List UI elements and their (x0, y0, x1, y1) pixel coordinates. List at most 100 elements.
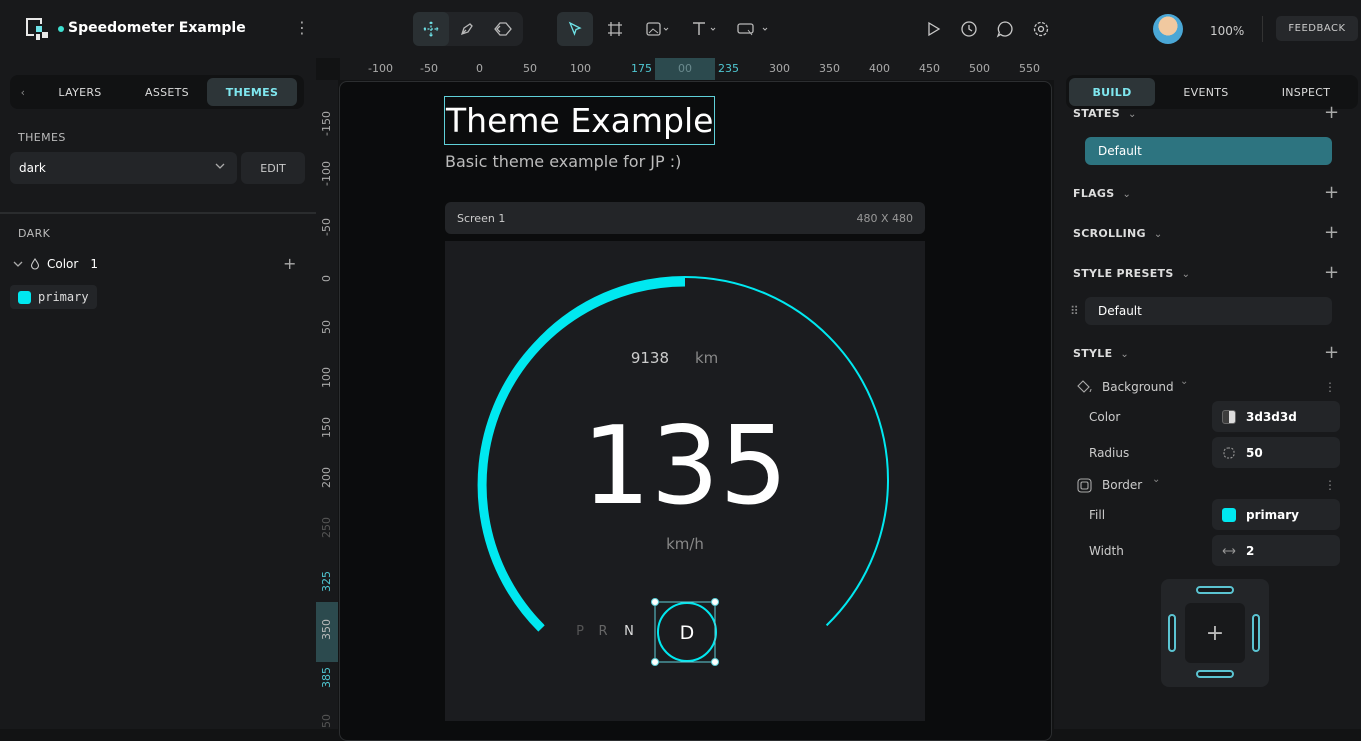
scrolling-section[interactable]: SCROLLING ⌄ (1073, 227, 1163, 240)
odometer-value: 9138 (631, 349, 669, 367)
radius-value: 50 (1246, 445, 1263, 460)
border-left-toggle[interactable] (1168, 614, 1176, 652)
add-preset-icon[interactable]: + (1324, 262, 1339, 283)
resize-handle[interactable] (711, 658, 719, 666)
screen-size: 480 X 480 (856, 211, 913, 225)
border-bottom-toggle[interactable] (1196, 670, 1234, 678)
border-right-toggle[interactable] (1252, 614, 1260, 652)
gear-d: D (680, 622, 695, 644)
comment-icon[interactable] (992, 12, 1018, 46)
tab-assets[interactable]: ASSETS (127, 78, 207, 106)
style-presets-label: STYLE PRESETS (1073, 267, 1174, 280)
text-tool-icon[interactable] (679, 12, 731, 46)
color-value: 3d3d3d (1246, 409, 1297, 424)
feedback-button[interactable]: FEEDBACK (1276, 16, 1358, 41)
style-presets-section[interactable]: STYLE PRESETS ⌄ (1073, 267, 1190, 280)
preset-default[interactable]: Default (1085, 297, 1332, 325)
ruler-label: -100 (368, 62, 393, 75)
states-label: STATES (1073, 107, 1120, 120)
droplet-icon (30, 258, 40, 270)
resize-handle[interactable] (651, 598, 659, 606)
width-field[interactable]: 2 (1212, 535, 1340, 566)
zoom-level[interactable]: 100% (1210, 24, 1244, 38)
speed-unit: km/h (666, 535, 704, 553)
chevron-down-icon: ⌄ (1120, 349, 1130, 360)
chevron-down-icon[interactable]: ⌄ (1152, 474, 1160, 485)
add-flag-icon[interactable]: + (1324, 182, 1339, 203)
theme-select[interactable]: dark (10, 152, 237, 184)
ruler-label: 250 (320, 517, 333, 538)
resize-handle[interactable] (651, 658, 659, 666)
app-logo-icon[interactable] (26, 18, 48, 40)
chevron-down-icon: ⌄ (1127, 109, 1137, 120)
tab-themes[interactable]: THEMES (207, 78, 297, 106)
flags-section[interactable]: FLAGS ⌄ (1073, 187, 1131, 200)
ruler-label: 100 (570, 62, 591, 75)
edit-theme-button[interactable]: EDIT (241, 152, 305, 184)
pen-tool-icon[interactable] (449, 12, 485, 46)
fill-swatch (1222, 507, 1236, 522)
component-tool-icon[interactable] (485, 12, 521, 46)
collapse-chevron-icon[interactable]: ‹ (13, 78, 33, 106)
screen-frame[interactable]: 9138 km 135 km/h P R N D (445, 241, 925, 721)
ruler-label: 385 (320, 667, 333, 688)
radius-field[interactable]: 50 (1212, 437, 1340, 468)
widget-tool-icon[interactable] (731, 12, 777, 46)
add-scrolling-icon[interactable]: + (1324, 222, 1339, 243)
tab-build[interactable]: BUILD (1069, 78, 1155, 106)
screen-name: Screen 1 (457, 211, 506, 225)
states-section[interactable]: STATES ⌄ (1073, 107, 1137, 120)
speedometer[interactable]: 9138 km 135 km/h P R N D (445, 241, 925, 721)
background-menu-icon[interactable]: ⋮ (1324, 380, 1336, 394)
frame-tool-icon[interactable] (593, 12, 637, 46)
add-style-icon[interactable]: + (1324, 342, 1339, 363)
width-arrows-icon (1222, 547, 1236, 554)
image-tool-icon[interactable] (637, 12, 679, 46)
ruler-label: 450 (919, 62, 940, 75)
style-section[interactable]: STYLE ⌄ (1073, 347, 1129, 360)
border-top-toggle[interactable] (1196, 586, 1234, 594)
canvas-subtitle-text[interactable]: Basic theme example for JP :) (445, 152, 681, 171)
settings-icon[interactable] (1018, 12, 1064, 46)
drag-handle-icon[interactable]: ⠿ (1070, 304, 1079, 318)
chevron-down-icon[interactable]: ⌄ (1180, 376, 1188, 387)
add-state-icon[interactable]: + (1324, 102, 1339, 123)
select-tool-icon[interactable] (557, 12, 593, 46)
draw-tools-group (557, 12, 777, 46)
chevron-down-icon[interactable] (13, 259, 23, 269)
speed-value: 135 (582, 404, 788, 529)
right-tabs: BUILD EVENTS INSPECT (1066, 75, 1358, 109)
color-group-row[interactable]: Color 1 (13, 257, 98, 271)
border-menu-icon[interactable]: ⋮ (1324, 478, 1336, 492)
play-icon[interactable] (920, 12, 946, 46)
move-tool-icon[interactable] (413, 12, 449, 46)
ruler-label: -100 (320, 161, 333, 186)
theme-group-heading: DARK (18, 227, 51, 240)
history-icon[interactable] (946, 12, 992, 46)
project-title[interactable]: Speedometer Example (68, 20, 246, 36)
add-color-icon[interactable]: + (283, 254, 296, 273)
ruler-label: -50 (320, 218, 333, 236)
theme-select-value: dark (19, 161, 46, 175)
fill-field[interactable]: primary (1212, 499, 1340, 530)
resize-handle[interactable] (711, 598, 719, 606)
more-menu-icon[interactable]: ⋮ (294, 18, 310, 37)
color-field[interactable]: 3d3d3d (1212, 401, 1340, 432)
gear-r: R (598, 624, 607, 639)
screen-header[interactable]: Screen 1 480 X 480 (445, 202, 925, 234)
border-all-toggle[interactable]: + (1185, 603, 1245, 663)
ruler-label: 500 (969, 62, 990, 75)
status-dot (58, 26, 64, 32)
tab-events[interactable]: EVENTS (1155, 78, 1257, 106)
border-label: Border (1102, 478, 1143, 492)
color-token-chip[interactable]: primary (10, 285, 97, 309)
tab-layers[interactable]: LAYERS (33, 78, 127, 106)
user-avatar[interactable] (1153, 14, 1183, 44)
plus-icon: + (1205, 620, 1225, 646)
actions-group (920, 12, 1064, 46)
state-default[interactable]: Default (1085, 137, 1332, 165)
color-token-label: primary (38, 290, 89, 304)
canvas-title-text[interactable]: Theme Example (444, 96, 716, 145)
ruler-label: 300 (769, 62, 790, 75)
tab-inspect[interactable]: INSPECT (1257, 78, 1355, 106)
